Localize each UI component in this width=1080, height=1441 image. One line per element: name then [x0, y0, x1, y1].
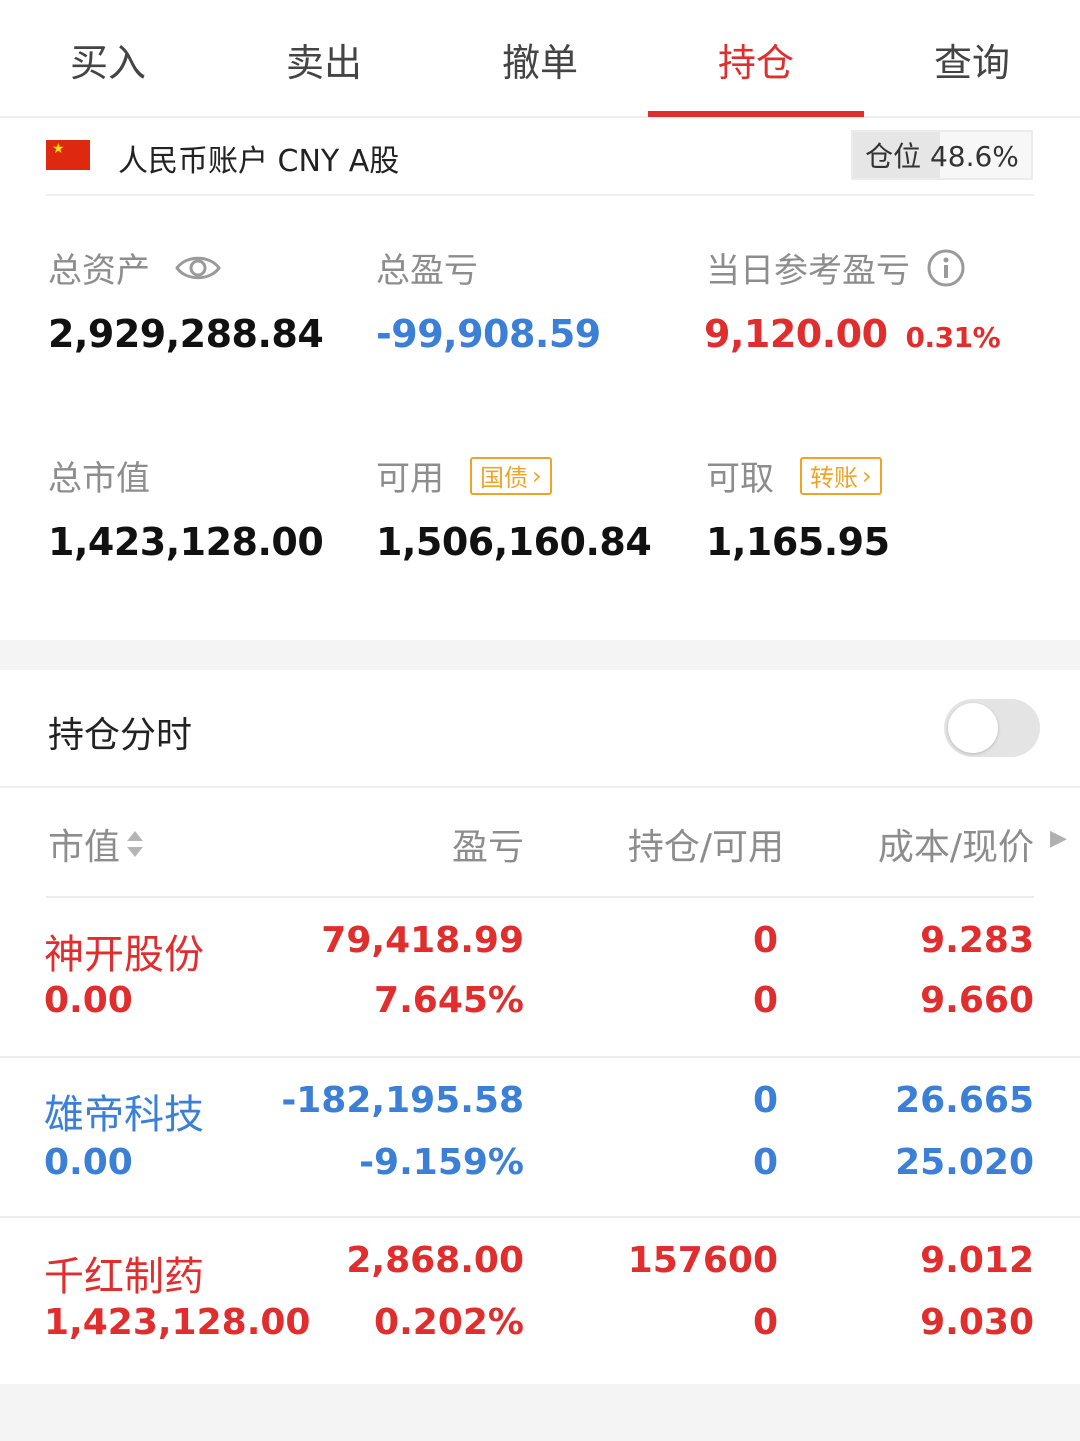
stock-name: 雄帝科技 — [44, 1092, 204, 1138]
divider — [0, 786, 1080, 788]
table-row[interactable]: 神开股份 0.00 79,418.99 7.645% 0 0 9.283 9.6… — [0, 898, 1080, 1058]
stock-cost: 26.665 — [895, 1080, 1034, 1121]
transfer-label: 转账 — [810, 464, 858, 492]
total-assets-value: 2,929,288.84 — [48, 312, 324, 356]
stock-pnl-pct: 0.202% — [374, 1302, 524, 1343]
withdrawable-label: 可取 转账 › — [706, 451, 882, 500]
stock-price: 9.030 — [920, 1302, 1034, 1343]
tab-buy[interactable]: 买入 — [0, 0, 216, 118]
toggle-knob — [948, 703, 998, 753]
stock-pnl: 79,418.99 — [321, 920, 524, 961]
market-value-label: 总市值 — [48, 459, 150, 499]
total-pnl-value: -99,908.59 — [376, 312, 601, 356]
table-row[interactable]: 千红制药 1,423,128.00 2,868.00 0.202% 157600… — [0, 1218, 1080, 1378]
total-assets-label-text: 总资产 — [48, 251, 150, 291]
total-pnl-label: 总盈亏 — [376, 251, 478, 291]
play-right-icon[interactable]: ▶ — [1050, 826, 1067, 851]
china-flag-icon: ★ — [46, 140, 90, 170]
tab-cancel-order[interactable]: 撤单 — [432, 0, 648, 118]
daily-pnl-value-group: 9,120.00 0.31% — [704, 312, 1001, 356]
available-label-text: 可用 — [376, 459, 444, 499]
header-market-value[interactable]: 市值 — [48, 818, 146, 870]
stock-market-value: 0.00 — [44, 1142, 133, 1183]
transfer-button[interactable]: 转账 › — [800, 456, 882, 495]
stock-pnl-pct: 7.645% — [374, 980, 524, 1021]
daily-pnl-label-text: 当日参考盈亏 — [706, 251, 910, 291]
stock-holding: 0 — [752, 1080, 778, 1121]
position-timeline-label: 持仓分时 — [48, 715, 193, 756]
available-label: 可用 国债 › — [376, 451, 552, 500]
info-icon[interactable] — [926, 248, 966, 288]
tab-positions[interactable]: 持仓 — [648, 0, 864, 118]
position-ratio-text: 仓位 48.6% — [865, 140, 1019, 173]
treasury-bond-label: 国债 — [480, 464, 528, 492]
withdrawable-value: 1,165.95 — [706, 520, 890, 564]
stock-market-value: 1,423,128.00 — [44, 1302, 311, 1343]
account-label: 人民币账户 CNY A股 — [118, 144, 400, 179]
stock-cost: 9.012 — [920, 1240, 1034, 1281]
total-assets-label: 总资产 — [48, 243, 222, 292]
header-pnl: 盈亏 — [451, 827, 524, 868]
stock-price: 25.020 — [895, 1142, 1034, 1183]
daily-pnl-value: 9,120.00 — [704, 312, 888, 356]
stock-price: 9.660 — [920, 980, 1034, 1021]
stock-pnl: -182,195.58 — [281, 1080, 524, 1121]
withdrawable-label-text: 可取 — [706, 459, 774, 499]
header-holding-available: 持仓/可用 — [627, 827, 784, 868]
daily-pnl-pct: 0.31% — [905, 321, 1001, 354]
chevron-right-icon: › — [532, 461, 542, 490]
market-value-value: 1,423,128.00 — [48, 520, 324, 564]
stock-market-value: 0.00 — [44, 980, 133, 1021]
account-bar: ★ 人民币账户 CNY A股 仓位 48.6% — [0, 118, 1080, 196]
chevron-right-icon: › — [862, 461, 872, 490]
trade-tabs: 买入 卖出 撤单 持仓 查询 — [0, 0, 1080, 118]
divider — [46, 194, 1034, 196]
stock-cost: 9.283 — [920, 920, 1034, 961]
table-row[interactable]: 雄帝科技 0.00 -182,195.58 -9.159% 0 0 26.665… — [0, 1058, 1080, 1218]
position-timeline-toggle[interactable] — [944, 699, 1040, 757]
header-cost-price: 成本/现价 — [877, 827, 1034, 868]
stock-holding: 157600 — [627, 1240, 778, 1281]
stock-pnl-pct: -9.159% — [359, 1142, 524, 1183]
tab-query[interactable]: 查询 — [864, 0, 1080, 118]
header-market-value-text: 市值 — [48, 827, 121, 868]
stock-pnl: 2,868.00 — [346, 1240, 524, 1281]
stock-available: 0 — [752, 1142, 778, 1183]
treasury-bond-button[interactable]: 国债 › — [470, 456, 552, 495]
bottom-separator — [0, 1384, 1080, 1441]
stock-name: 神开股份 — [44, 932, 204, 978]
position-ratio-badge: 仓位 48.6% — [851, 130, 1033, 180]
daily-pnl-label: 当日参考盈亏 — [706, 243, 966, 292]
stock-holding: 0 — [752, 920, 778, 961]
sort-icon — [127, 831, 144, 857]
section-separator — [0, 640, 1080, 670]
available-value: 1,506,160.84 — [376, 520, 652, 564]
stock-available: 0 — [752, 980, 778, 1021]
stock-available: 0 — [752, 1302, 778, 1343]
active-tab-indicator — [648, 111, 864, 117]
tab-sell[interactable]: 卖出 — [216, 0, 432, 118]
eye-icon[interactable] — [174, 251, 222, 285]
stock-name: 千红制药 — [44, 1254, 204, 1300]
